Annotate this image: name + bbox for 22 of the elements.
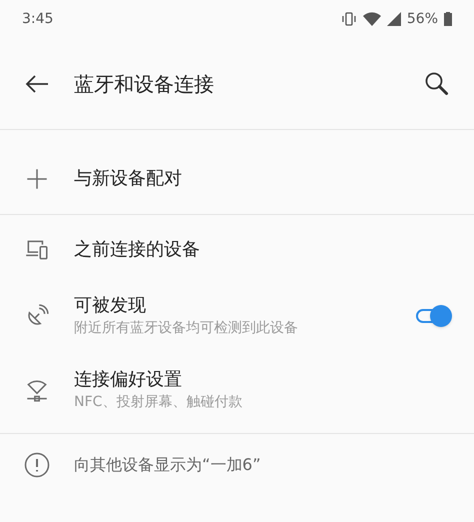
toggle-switch[interactable] [414,305,452,327]
settings-item[interactable]: 连接偏好设置 NFC、投射屏幕、触碰付款 [0,353,474,427]
item-subtitle: 附近所有蓝牙设备均可检测到此设备 [74,319,299,338]
battery-percent: 56% [406,10,438,28]
battery-icon [444,12,452,26]
info-icon [24,452,50,478]
settings-item[interactable]: 可被发现 附近所有蓝牙设备均可检测到此设备 [0,279,474,353]
item-subtitle: NFC、投射屏幕、触碰付款 [74,393,244,412]
signal-icon [386,12,401,26]
item-title: 之前连接的设备 [74,238,201,262]
back-arrow-icon [25,74,49,94]
page-title: 蓝牙和设备连接 [74,70,215,98]
search-icon [424,70,450,96]
wifi-icon [362,12,381,26]
vibrate-icon [340,12,357,26]
status-time: 3:45 [22,10,54,28]
item-title: 与新设备配对 [74,167,183,191]
item-title: 连接偏好设置 [74,368,183,392]
device-name-note: 向其他设备显示为“一加6” [74,454,261,476]
item-title: 可被发现 [74,294,147,318]
settings-item[interactable]: 之前连接的设备 [0,221,474,279]
settings-item[interactable]: 与新设备配对 [0,150,474,208]
